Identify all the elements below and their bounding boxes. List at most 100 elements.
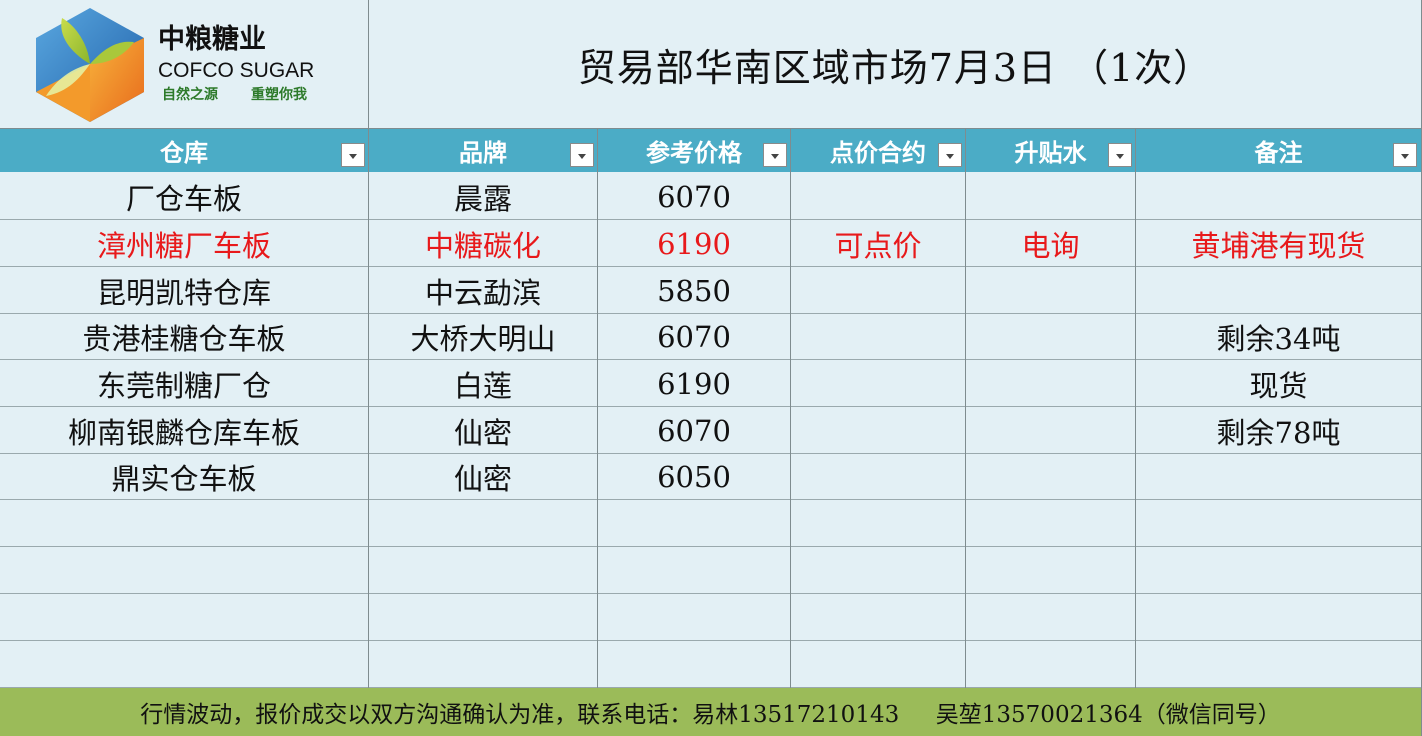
column-header-price: 参考价格 <box>598 129 790 172</box>
table-cell-warehouse: 昆明凯特仓库 <box>96 275 271 310</box>
table-cell-warehouse: 柳南银麟仓库车板 <box>67 415 300 450</box>
table-cell-basis <box>966 547 1135 594</box>
table-cell-warehouse <box>0 594 368 641</box>
column-header-label: 品牌 <box>459 139 507 167</box>
table-cell-basis <box>966 594 1135 641</box>
table-cell-warehouse: 鼎实仓车板 <box>111 462 257 496</box>
table-cell-note <box>1136 173 1421 220</box>
column-divider <box>368 0 369 688</box>
table-cell-basis <box>966 407 1135 454</box>
chevron-down-icon <box>349 153 357 159</box>
filter-dropdown-warehouse[interactable] <box>341 143 365 167</box>
table-cell-price <box>598 594 790 641</box>
table-cell-warehouse <box>0 547 368 594</box>
cofco-sugar-logo: 中粮糖业 COFCO SUGAR 自然之源 重塑你我 <box>0 0 368 128</box>
column-divider <box>1135 129 1136 688</box>
table-cell-basis <box>966 500 1135 547</box>
table-cell-brand <box>369 594 597 641</box>
column-divider <box>965 129 966 688</box>
table-cell-brand <box>369 500 597 547</box>
logo-en-name: COFCO SUGAR <box>158 59 314 82</box>
table-cell-contract <box>791 547 965 594</box>
column-divider <box>790 129 791 688</box>
table-cell-contract <box>791 314 965 360</box>
filter-dropdown-price[interactable] <box>763 143 787 167</box>
chevron-down-icon <box>946 153 954 159</box>
table-cell-contract <box>791 641 965 688</box>
table-cell-brand: 白莲 <box>453 368 512 403</box>
table-cell-warehouse: 东莞制糖厂仓 <box>96 368 271 403</box>
logo-slogan-right: 重塑你我 <box>251 86 307 103</box>
table-cell-note: 现货 <box>1249 368 1308 403</box>
table-cell-price <box>598 500 790 547</box>
table-cell-price: 6070 <box>657 320 731 354</box>
table-cell-price: 6070 <box>657 413 731 448</box>
table-cell-brand: 中糖碳化 <box>424 228 541 263</box>
table-cell-brand: 大桥大明山 <box>410 322 556 356</box>
table-cell-note <box>1136 641 1421 688</box>
column-divider <box>597 129 598 688</box>
table-cell-brand <box>369 641 597 688</box>
chevron-down-icon <box>1116 153 1124 159</box>
chevron-down-icon <box>771 153 779 159</box>
table-cell-note: 黄埔港有现货 <box>1191 228 1366 263</box>
table-cell-contract <box>791 407 965 454</box>
table-cell-price: 6070 <box>657 179 731 214</box>
table-cell-contract <box>791 500 965 547</box>
table-cell-note <box>1136 267 1421 314</box>
table-cell-contract <box>791 360 965 407</box>
column-header-brand: 品牌 <box>369 129 597 172</box>
table-cell-warehouse: 厂仓车板 <box>125 181 242 216</box>
column-header-label: 升贴水 <box>1014 139 1087 167</box>
table-cell-note <box>1136 547 1421 594</box>
chevron-down-icon <box>578 153 586 159</box>
table-cell-basis <box>966 454 1135 500</box>
column-header-note: 备注 <box>1136 129 1421 172</box>
table-cell-price: 6050 <box>657 460 731 494</box>
table-cell-contract: 可点价 <box>834 228 922 263</box>
table-cell-warehouse <box>0 500 368 547</box>
table-cell-brand: 晨露 <box>453 181 512 216</box>
column-header-label: 参考价格 <box>646 139 742 167</box>
filter-dropdown-contract[interactable] <box>938 143 962 167</box>
table-cell-brand: 中云勐滨 <box>424 275 541 310</box>
column-header-label: 点价合约 <box>830 139 926 167</box>
price-sheet: 中粮糖业 COFCO SUGAR 自然之源 重塑你我 贸易部华南区域市场7月3日… <box>0 0 1422 736</box>
table-cell-basis: 电询 <box>1021 228 1080 263</box>
column-header-label: 仓库 <box>160 139 208 167</box>
table-cell-price: 5850 <box>657 273 731 308</box>
table-cell-contract <box>791 173 965 220</box>
table-cell-note: 剩余34吨 <box>1216 322 1341 356</box>
table-cell-basis <box>966 173 1135 220</box>
column-header-label: 备注 <box>1254 139 1303 167</box>
table-cell-price: 6190 <box>657 366 731 401</box>
filter-dropdown-basis[interactable] <box>1108 143 1132 167</box>
logo-slogan-left: 自然之源 <box>162 86 218 103</box>
table-cell-contract <box>791 594 965 641</box>
table-cell-warehouse: 贵港桂糖仓车板 <box>82 322 286 356</box>
column-header-warehouse: 仓库 <box>0 129 368 172</box>
table-cell-brand: 仙密 <box>453 462 512 496</box>
table-cell-price: 6190 <box>657 226 731 261</box>
logo-cn-name: 中粮糖业 <box>158 23 266 55</box>
table-cell-brand <box>369 547 597 594</box>
table-cell-basis <box>966 360 1135 407</box>
table-header: 仓库 品牌 参考价格 点价合约 升贴水 备注 <box>0 129 1421 172</box>
table-cell-contract <box>791 267 965 314</box>
table-cell-note <box>1136 594 1421 641</box>
table-cell-warehouse: 漳州糖厂车板 <box>96 228 271 263</box>
table-cell-contract <box>791 454 965 500</box>
table-cell-note <box>1136 500 1421 547</box>
chevron-down-icon <box>1401 153 1409 159</box>
table-cell-brand: 仙密 <box>453 415 512 450</box>
page-title: 贸易部华南区域市场7月3日 （1次） <box>577 45 1213 90</box>
filter-dropdown-note[interactable] <box>1393 143 1417 167</box>
filter-dropdown-brand[interactable] <box>570 143 594 167</box>
header-top-border <box>0 128 1421 129</box>
contact-footer: 行情波动，报价成交以双方沟通确认为准，联系电话：易林13517210143 吴堃… <box>0 688 1421 736</box>
table-cell-note: 剩余78吨 <box>1216 415 1341 450</box>
logo-emblem-icon: 中粮糖业 COFCO SUGAR 自然之源 重塑你我 <box>36 8 314 122</box>
table-cell-warehouse <box>0 641 368 688</box>
table-cell-basis <box>966 641 1135 688</box>
table-cell-price <box>598 547 790 594</box>
